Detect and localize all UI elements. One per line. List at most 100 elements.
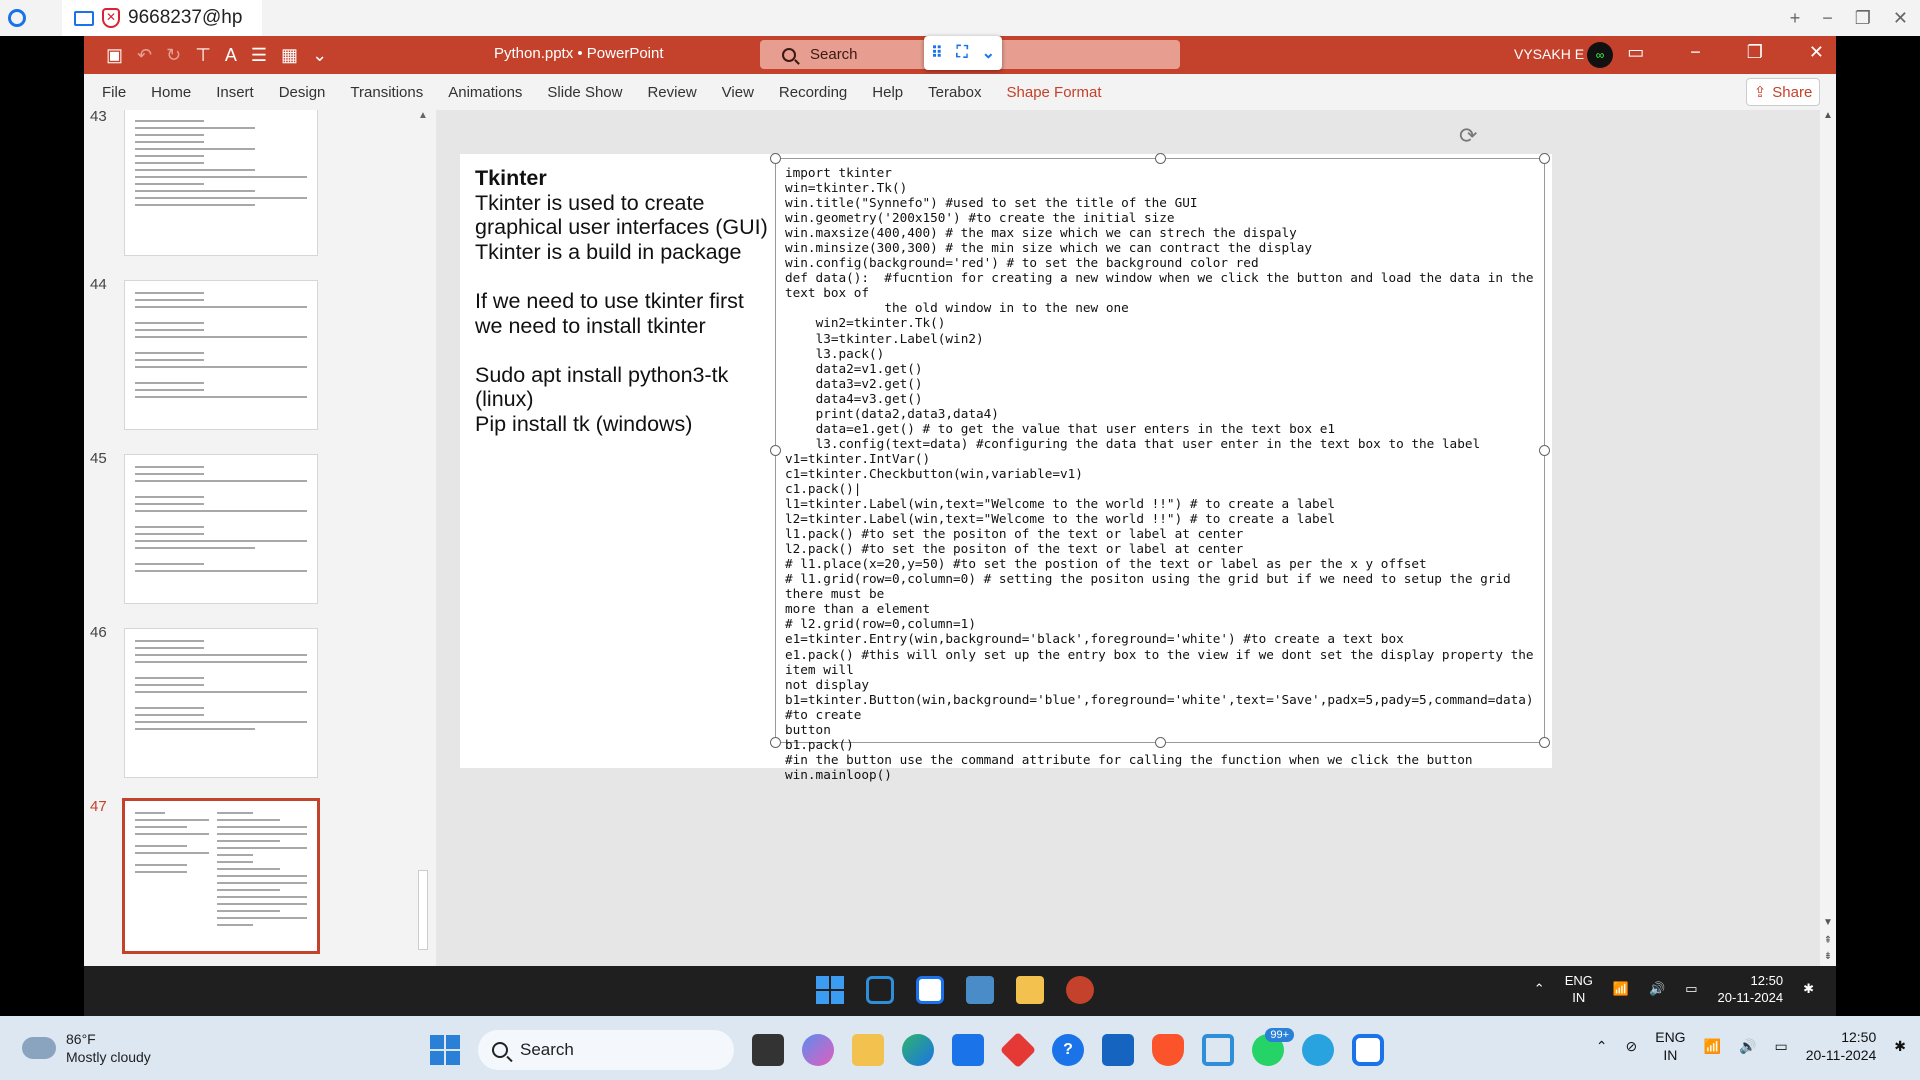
- present-icon[interactable]: ⊤: [195, 45, 211, 66]
- remote-session-tab[interactable]: ✕ 9668237@hp: [62, 0, 262, 36]
- tab-file[interactable]: File: [102, 84, 126, 101]
- minimize-icon[interactable]: −: [1690, 42, 1701, 63]
- rotate-handle-icon[interactable]: ⟳: [1459, 123, 1477, 149]
- save-icon[interactable]: ▣: [106, 45, 123, 66]
- anydesk-icon[interactable]: [999, 1031, 1037, 1069]
- chevron-up-icon[interactable]: ⌃: [1596, 1038, 1608, 1055]
- restore-icon[interactable]: ❐: [1855, 8, 1871, 29]
- clock[interactable]: 12:50 20-11-2024: [1718, 972, 1784, 1006]
- tab-terabox[interactable]: Terabox: [928, 84, 981, 101]
- thumbnail-preview[interactable]: [122, 798, 320, 954]
- resize-handle[interactable]: [770, 445, 781, 456]
- telegram-icon[interactable]: [1302, 1034, 1334, 1066]
- thumbnail-preview[interactable]: [124, 454, 318, 604]
- slide-thumbnail[interactable]: 46: [84, 624, 424, 784]
- tab-transitions[interactable]: Transitions: [350, 84, 423, 101]
- wifi-icon[interactable]: 📶: [1613, 981, 1629, 997]
- weather-widget[interactable]: 86°F Mostly cloudy: [18, 1029, 151, 1066]
- security-icon[interactable]: ⊘: [1626, 1038, 1638, 1055]
- remote-app-icon[interactable]: [1352, 1034, 1384, 1066]
- fullscreen-icon[interactable]: ⛶: [957, 44, 968, 62]
- tab-recording[interactable]: Recording: [779, 84, 847, 101]
- scroll-down-icon[interactable]: ▼: [1820, 917, 1836, 928]
- tab-design[interactable]: Design: [279, 84, 326, 101]
- thumbnail-preview[interactable]: [124, 110, 318, 256]
- share-button[interactable]: ⇪ Share: [1746, 78, 1820, 106]
- store-icon[interactable]: [952, 1034, 984, 1066]
- ribbon-display-icon[interactable]: ▭: [1627, 42, 1644, 63]
- slide-thumbnail[interactable]: 44: [84, 276, 424, 436]
- vscode-icon[interactable]: [1202, 1034, 1234, 1066]
- new-tab-icon[interactable]: +: [1790, 8, 1801, 29]
- slide-thumbnail[interactable]: 43: [84, 110, 424, 262]
- slide-thumbnail-selected[interactable]: 47: [84, 798, 424, 958]
- chevron-down-icon[interactable]: ⌄: [982, 43, 995, 63]
- taskbar-search[interactable]: Search: [478, 1030, 734, 1070]
- avatar[interactable]: ∞: [1587, 42, 1613, 68]
- drag-handle-icon[interactable]: ⠿: [931, 43, 943, 63]
- volume-icon[interactable]: 🔊: [1739, 1038, 1756, 1055]
- battery-icon[interactable]: ▭: [1685, 981, 1697, 997]
- thumbnail-preview[interactable]: [124, 280, 318, 430]
- scrollbar-thumb[interactable]: [418, 870, 428, 950]
- volume-icon[interactable]: 🔊: [1649, 981, 1665, 997]
- restore-icon[interactable]: ❐: [1747, 42, 1763, 63]
- tab-insert[interactable]: Insert: [216, 84, 254, 101]
- copilot-icon[interactable]: [802, 1034, 834, 1066]
- chevron-up-icon[interactable]: ⌃: [1534, 981, 1545, 997]
- scroll-up-icon[interactable]: ▲: [418, 110, 428, 121]
- help-icon[interactable]: ?: [1052, 1034, 1084, 1066]
- resize-handle[interactable]: [770, 153, 781, 164]
- canvas-scrollbar[interactable]: ▲ ▼ ⇞ ⇟: [1820, 110, 1836, 966]
- close-icon[interactable]: ✕: [1893, 8, 1908, 29]
- edge-icon[interactable]: [902, 1034, 934, 1066]
- tab-shape-format[interactable]: Shape Format: [1007, 84, 1102, 101]
- minimize-icon[interactable]: −: [1822, 8, 1833, 29]
- redo-icon[interactable]: ↻: [166, 45, 181, 66]
- text-box-icon[interactable]: A: [225, 45, 237, 66]
- bullets-icon[interactable]: ☰: [251, 45, 267, 66]
- next-slide-icon[interactable]: ⇟: [1820, 951, 1836, 962]
- resize-handle[interactable]: [770, 737, 781, 748]
- tab-view[interactable]: View: [722, 84, 754, 101]
- tab-help[interactable]: Help: [872, 84, 903, 101]
- tab-slide-show[interactable]: Slide Show: [547, 84, 622, 101]
- tab-review[interactable]: Review: [647, 84, 696, 101]
- start-icon[interactable]: [816, 976, 844, 1004]
- notification-icon[interactable]: ✱: [1894, 1038, 1906, 1055]
- resize-handle[interactable]: [1539, 153, 1550, 164]
- customize-icon[interactable]: ⌄: [312, 45, 327, 66]
- whatsapp-icon[interactable]: 99+: [1252, 1028, 1294, 1066]
- language-indicator[interactable]: ENG IN: [1655, 1028, 1685, 1064]
- code-text[interactable]: import tkinter win=tkinter.Tk() win.titl…: [785, 165, 1545, 782]
- slide[interactable]: Tkinter Tkinter is used to create graphi…: [460, 123, 1552, 782]
- clock[interactable]: 12:50 20-11-2024: [1806, 1028, 1877, 1064]
- file-explorer-icon[interactable]: [852, 1034, 884, 1066]
- remote-app-icon[interactable]: [916, 976, 944, 1004]
- code-text-box-selected[interactable]: ⟳ import tkinter win=tkinter.Tk() win.ti…: [770, 123, 1550, 782]
- outlook-icon[interactable]: [1102, 1034, 1134, 1066]
- task-view-icon[interactable]: [752, 1034, 784, 1066]
- notification-icon[interactable]: ✱: [1803, 981, 1814, 997]
- scroll-up-icon[interactable]: ▲: [1820, 110, 1836, 121]
- file-explorer-icon[interactable]: [1016, 976, 1044, 1004]
- battery-icon[interactable]: ▭: [1774, 1038, 1787, 1055]
- python-icon[interactable]: [966, 976, 994, 1004]
- vscode-icon[interactable]: [866, 976, 894, 1004]
- language-indicator[interactable]: ENG IN: [1565, 972, 1593, 1006]
- tab-home[interactable]: Home: [151, 84, 191, 101]
- slide-text-box[interactable]: Tkinter Tkinter is used to create graphi…: [475, 166, 775, 437]
- previous-slide-icon[interactable]: ⇞: [1820, 935, 1836, 946]
- thumbnail-scrollbar[interactable]: ▲: [416, 110, 430, 966]
- wifi-icon[interactable]: 📶: [1704, 1038, 1721, 1055]
- close-icon[interactable]: ✕: [1809, 42, 1824, 63]
- slide-thumbnail[interactable]: 45: [84, 450, 424, 610]
- undo-icon[interactable]: ↶: [137, 45, 152, 66]
- remote-floating-toolbar[interactable]: ⠿ ⛶ ⌄: [924, 36, 1002, 70]
- resize-handle[interactable]: [1155, 153, 1166, 164]
- powerpoint-icon[interactable]: [1066, 976, 1094, 1004]
- start-icon[interactable]: [430, 1035, 460, 1065]
- tab-animations[interactable]: Animations: [448, 84, 522, 101]
- thumbnail-preview[interactable]: [124, 628, 318, 778]
- brave-icon[interactable]: [1152, 1034, 1184, 1066]
